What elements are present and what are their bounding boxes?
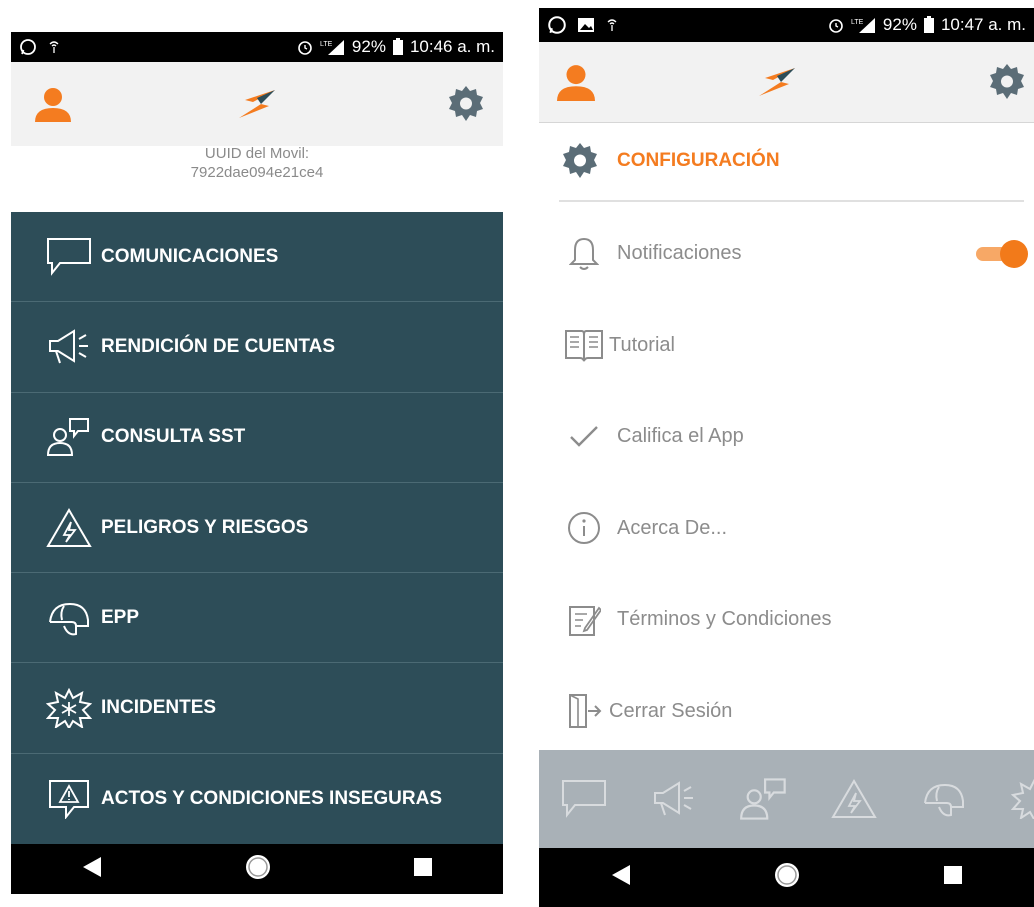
megaphone-icon xyxy=(39,327,99,367)
menu-item-rendicion-de-cuentas[interactable]: RENDICIÓN DE CUENTAS xyxy=(11,302,503,393)
warning-screen-icon xyxy=(39,779,99,819)
bottom-tab-bar xyxy=(539,750,1034,848)
megaphone-icon[interactable] xyxy=(629,779,719,819)
setting-terminos-y-condiciones[interactable]: Términos y Condiciones xyxy=(563,574,1034,666)
menu-item-peligros-y-riesgos[interactable]: PELIGROS Y RIESGOS xyxy=(11,483,503,574)
alarm-icon xyxy=(827,16,845,34)
settings-gear-icon[interactable] xyxy=(445,83,487,125)
home-button-icon[interactable] xyxy=(773,861,801,894)
book-icon xyxy=(563,327,605,363)
menu-item-actos-y-condiciones-inseguras[interactable]: ACTOS Y CONDICIONES INSEGURAS xyxy=(11,754,503,844)
setting-label: Califica el App xyxy=(617,425,744,448)
battery-percent: 92% xyxy=(882,15,917,34)
svg-text:LTE: LTE xyxy=(320,41,333,48)
hotspot-icon xyxy=(47,40,61,54)
high-voltage-warning-icon[interactable] xyxy=(809,779,899,819)
user-profile-icon[interactable] xyxy=(35,86,71,122)
hard-hat-icon xyxy=(39,598,99,638)
menu-item-consulta-sst[interactable]: CONSULTA SST xyxy=(11,393,503,483)
menu-item-incidentes[interactable]: INCIDENTES xyxy=(11,663,503,754)
settings-gear-icon xyxy=(559,140,601,182)
alarm-icon xyxy=(296,38,314,56)
hard-hat-icon[interactable] xyxy=(899,779,989,819)
menu-item-label: EPP xyxy=(101,606,140,628)
person-chat-icon[interactable] xyxy=(719,773,809,825)
burst-icon[interactable] xyxy=(989,779,1034,819)
app-logo-icon xyxy=(755,64,799,100)
image-notification-icon xyxy=(577,16,595,34)
app-logo-icon xyxy=(235,86,279,122)
left-phone-screen: LTE 92% 10:46 a. m. UUID del Movil: 7922… xyxy=(11,32,503,894)
main-menu: COMUNICACIONES RENDICIÓN DE CUENTAS CONS… xyxy=(11,212,503,844)
setting-califica-el-app[interactable]: Califica el App xyxy=(563,391,1034,483)
device-uuid-section: UUID del Movil: 7922dae094e21ce4 xyxy=(11,145,503,212)
whatsapp-icon xyxy=(547,15,567,35)
signal-icon: LTE xyxy=(851,16,877,34)
back-button-icon[interactable] xyxy=(610,864,632,891)
person-chat-icon xyxy=(39,417,99,457)
svg-text:LTE: LTE xyxy=(851,19,864,26)
android-nav-bar xyxy=(539,848,1034,907)
burst-icon xyxy=(39,688,99,729)
battery-icon xyxy=(923,16,935,34)
signal-icon: LTE xyxy=(320,38,346,56)
setting-acerca-de[interactable]: Acerca De... xyxy=(563,483,1034,575)
setting-label: Acerca De... xyxy=(617,516,728,539)
high-voltage-warning-icon xyxy=(39,507,99,548)
status-bar: LTE 92% 10:47 a. m. xyxy=(539,8,1034,42)
recents-button-icon[interactable] xyxy=(943,865,963,890)
info-icon xyxy=(563,511,605,545)
settings-gear-icon[interactable] xyxy=(986,61,1028,103)
setting-label: Cerrar Sesión xyxy=(609,699,733,722)
setting-label: Tutorial xyxy=(609,333,675,356)
right-phone-screen: LTE 92% 10:47 a. m. CONFIGURACIÓN Notifi… xyxy=(539,8,1034,907)
hotspot-icon xyxy=(605,18,619,32)
clock: 10:46 a. m. xyxy=(409,37,495,56)
page-title: CONFIGURACIÓN xyxy=(617,150,780,171)
menu-item-label: RENDICIÓN DE CUENTAS xyxy=(101,335,335,357)
setting-notificaciones[interactable]: Notificaciones xyxy=(563,208,1034,300)
menu-item-comunicaciones[interactable]: COMUNICACIONES xyxy=(11,212,503,303)
setting-label: Términos y Condiciones xyxy=(617,608,832,631)
configuration-header: CONFIGURACIÓN xyxy=(559,122,1024,202)
speech-bubble-icon xyxy=(39,237,99,277)
edit-document-icon xyxy=(563,602,605,638)
clock: 10:47 a. m. xyxy=(940,15,1026,34)
whatsapp-icon xyxy=(19,38,37,56)
settings-list: Notificaciones Tutorial Califica el App … xyxy=(563,208,1034,757)
bell-icon xyxy=(563,236,605,272)
status-bar: LTE 92% 10:46 a. m. xyxy=(11,32,503,62)
back-button-icon[interactable] xyxy=(81,856,103,883)
app-header xyxy=(539,42,1034,123)
battery-icon xyxy=(392,38,404,56)
setting-cerrar-sesion[interactable]: Cerrar Sesión xyxy=(563,666,1034,758)
menu-item-label: COMUNICACIONES xyxy=(101,245,279,267)
menu-item-epp[interactable]: EPP xyxy=(11,573,503,664)
toggle-thumb xyxy=(1000,239,1028,268)
checkmark-icon xyxy=(563,425,605,449)
menu-item-label: INCIDENTES xyxy=(101,697,217,719)
app-header xyxy=(11,62,503,147)
android-nav-bar xyxy=(11,844,503,894)
user-profile-icon[interactable] xyxy=(557,63,595,101)
logout-door-icon xyxy=(563,693,605,729)
notifications-toggle[interactable] xyxy=(976,239,1028,268)
menu-item-label: CONSULTA SST xyxy=(101,426,246,448)
uuid-value: 7922dae094e21ce4 xyxy=(190,164,324,181)
menu-item-label: ACTOS Y CONDICIONES INSEGURAS xyxy=(101,787,443,809)
setting-tutorial[interactable]: Tutorial xyxy=(563,300,1034,392)
speech-bubble-icon[interactable] xyxy=(539,779,629,819)
recents-button-icon[interactable] xyxy=(413,857,433,882)
uuid-label: UUID del Movil: xyxy=(204,145,310,162)
battery-percent: 92% xyxy=(351,37,386,56)
home-button-icon[interactable] xyxy=(244,853,272,886)
menu-item-label: PELIGROS Y RIESGOS xyxy=(101,516,309,538)
setting-label: Notificaciones xyxy=(617,242,742,265)
